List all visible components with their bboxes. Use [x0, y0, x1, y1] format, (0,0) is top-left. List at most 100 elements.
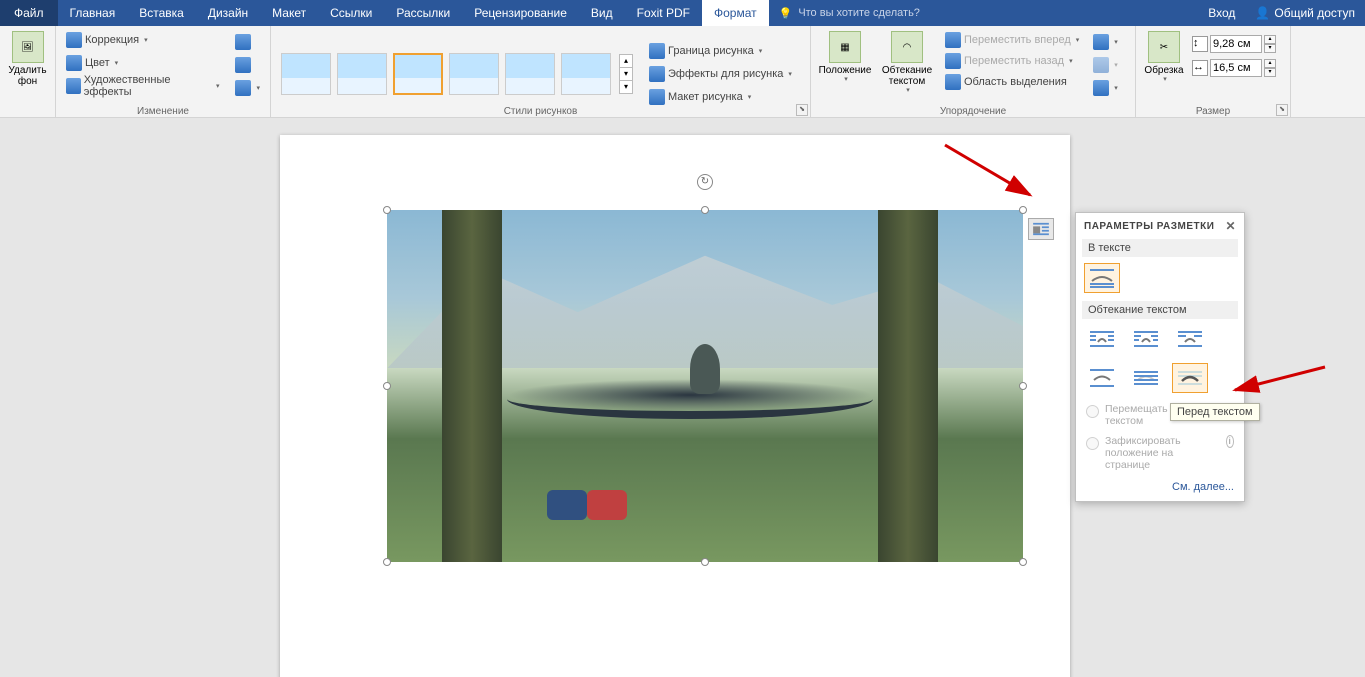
width-icon: ↔: [1192, 60, 1208, 76]
resize-handle-bl[interactable]: [383, 558, 391, 566]
border-icon: [649, 43, 665, 59]
width-up[interactable]: ▴: [1264, 59, 1276, 68]
tab-file[interactable]: Файл: [0, 0, 58, 26]
tab-insert[interactable]: Вставка: [127, 0, 196, 26]
bring-fwd-icon: [945, 32, 961, 48]
wrap-square-option[interactable]: [1084, 325, 1120, 355]
wrap-topbottom-option[interactable]: [1084, 363, 1120, 393]
resize-handle-bm[interactable]: [701, 558, 709, 566]
style-thumb-6[interactable]: [561, 53, 611, 95]
rotate-handle[interactable]: ↻: [697, 174, 713, 190]
tab-references[interactable]: Ссылки: [318, 0, 384, 26]
height-input[interactable]: [1210, 35, 1262, 53]
group-button[interactable]: ▾: [1089, 54, 1122, 75]
radio-move-input[interactable]: [1086, 405, 1099, 418]
style-thumb-1[interactable]: [281, 53, 331, 95]
align-button[interactable]: ▾: [1089, 31, 1122, 52]
share-button[interactable]: 👤 Общий доступ: [1245, 6, 1365, 20]
change-pic-icon: [235, 57, 251, 73]
rotate-icon: [1093, 80, 1109, 96]
picture-effects-button[interactable]: Эффекты для рисунка▾: [645, 63, 796, 84]
compress-pictures-button[interactable]: [231, 31, 264, 52]
wrap-text-button[interactable]: ◠ Обтекание текстом ▾: [879, 29, 935, 97]
selection-pane-button[interactable]: Область выделения: [941, 71, 1083, 92]
picture-layout-button[interactable]: Макет рисунка▾: [645, 86, 796, 107]
lightbulb-icon: 💡: [779, 7, 793, 20]
flyout-title: ПАРАМЕТРЫ РАЗМЕТКИ: [1084, 221, 1214, 232]
change-picture-button[interactable]: [231, 54, 264, 75]
tell-me-text: Что вы хотите сделать?: [798, 7, 920, 19]
resize-handle-br[interactable]: [1019, 558, 1027, 566]
flyout-close-button[interactable]: ✕: [1225, 219, 1236, 233]
tab-foxit[interactable]: Foxit PDF: [625, 0, 702, 26]
resize-handle-tm[interactable]: [701, 206, 709, 214]
radio-fix-position[interactable]: Зафиксировать положение на странице i: [1082, 431, 1238, 475]
height-icon: ↕: [1192, 36, 1208, 52]
resize-handle-tl[interactable]: [383, 206, 391, 214]
width-down[interactable]: ▾: [1264, 68, 1276, 77]
info-icon-2[interactable]: i: [1226, 435, 1234, 448]
remove-background-button[interactable]: 🖼 Удалить фон: [6, 29, 49, 89]
height-up[interactable]: ▴: [1264, 35, 1276, 44]
flyout-title-row: ПАРАМЕТРЫ РАЗМЕТКИ ✕: [1082, 219, 1238, 237]
size-dialog-launcher[interactable]: ⬊: [1276, 104, 1288, 116]
gallery-up-button[interactable]: ▴: [619, 54, 633, 68]
position-button[interactable]: ▦ Положение ▾: [817, 29, 873, 86]
wrap-infront-option[interactable]: [1172, 363, 1208, 393]
style-thumb-4[interactable]: [449, 53, 499, 95]
selected-image[interactable]: ↻: [387, 210, 1023, 562]
tell-me[interactable]: 💡 Что вы хотите сделать?: [769, 7, 930, 20]
ribbon: 🖼 Удалить фон Коррекция▾ Цвет▾ Художеств…: [0, 26, 1365, 118]
signin-button[interactable]: Вход: [1198, 6, 1245, 20]
resize-handle-mr[interactable]: [1019, 382, 1027, 390]
group-adjust-label: Изменение: [56, 106, 270, 117]
tab-format[interactable]: Формат: [702, 0, 769, 26]
styles-dialog-launcher[interactable]: ⬊: [796, 104, 808, 116]
sun-icon: [66, 32, 82, 48]
color-button[interactable]: Цвет▾: [62, 52, 223, 73]
tab-view[interactable]: Вид: [579, 0, 625, 26]
wrap-icon: ◠: [891, 31, 923, 63]
group-styles-label: Стили рисунков: [271, 106, 810, 117]
gallery-more-button[interactable]: ▾: [619, 80, 633, 94]
tab-home[interactable]: Главная: [58, 0, 128, 26]
radio-fix-input[interactable]: [1086, 437, 1099, 450]
resize-handle-tr[interactable]: [1019, 206, 1027, 214]
style-thumb-3[interactable]: [393, 53, 443, 95]
person-icon: 👤: [1255, 6, 1270, 20]
wrap-tight-option[interactable]: [1128, 325, 1164, 355]
style-thumb-5[interactable]: [505, 53, 555, 95]
tab-review[interactable]: Рецензирование: [462, 0, 579, 26]
wrap-inline-option[interactable]: [1084, 263, 1120, 293]
gallery-down-button[interactable]: ▾: [619, 67, 633, 81]
corrections-button[interactable]: Коррекция▾: [62, 29, 223, 50]
resize-handle-ml[interactable]: [383, 382, 391, 390]
send-backward-button[interactable]: Переместить назад▾: [941, 50, 1083, 71]
wrap-behind-option[interactable]: [1128, 363, 1164, 393]
send-back-icon: [945, 53, 961, 69]
wrap-through-option[interactable]: [1172, 325, 1208, 355]
rotate-button[interactable]: ▾: [1089, 77, 1122, 98]
layout-options-button[interactable]: [1028, 218, 1054, 240]
reset-picture-button[interactable]: ▾: [231, 77, 264, 98]
compress-icon: [235, 34, 251, 50]
tab-mailings[interactable]: Рассылки: [384, 0, 462, 26]
flyout-section-wrap: Обтекание текстом: [1082, 301, 1238, 319]
height-row: ↕ ▴▾: [1192, 35, 1276, 53]
tab-layout[interactable]: Макет: [260, 0, 318, 26]
remove-bg-icon: 🖼: [12, 31, 44, 63]
tab-design[interactable]: Дизайн: [196, 0, 260, 26]
height-down[interactable]: ▾: [1264, 44, 1276, 53]
crop-button[interactable]: ✂ Обрезка ▾: [1142, 29, 1186, 86]
width-input[interactable]: [1210, 59, 1262, 77]
reset-icon: [235, 80, 251, 96]
picture-border-button[interactable]: Граница рисунка▾: [645, 40, 796, 61]
align-icon: [1093, 34, 1109, 50]
artistic-effects-button[interactable]: Художественные эффекты▾: [62, 75, 223, 96]
bring-forward-button[interactable]: Переместить вперед▾: [941, 29, 1083, 50]
group-arrange: ▦ Положение ▾ ◠ Обтекание текстом ▾ Пере…: [811, 26, 1136, 118]
see-more-link[interactable]: См. далее...: [1172, 481, 1234, 493]
flyout-more-row: См. далее...: [1082, 475, 1238, 493]
style-thumb-2[interactable]: [337, 53, 387, 95]
radio-fix-label: Зафиксировать положение на странице: [1105, 435, 1220, 471]
